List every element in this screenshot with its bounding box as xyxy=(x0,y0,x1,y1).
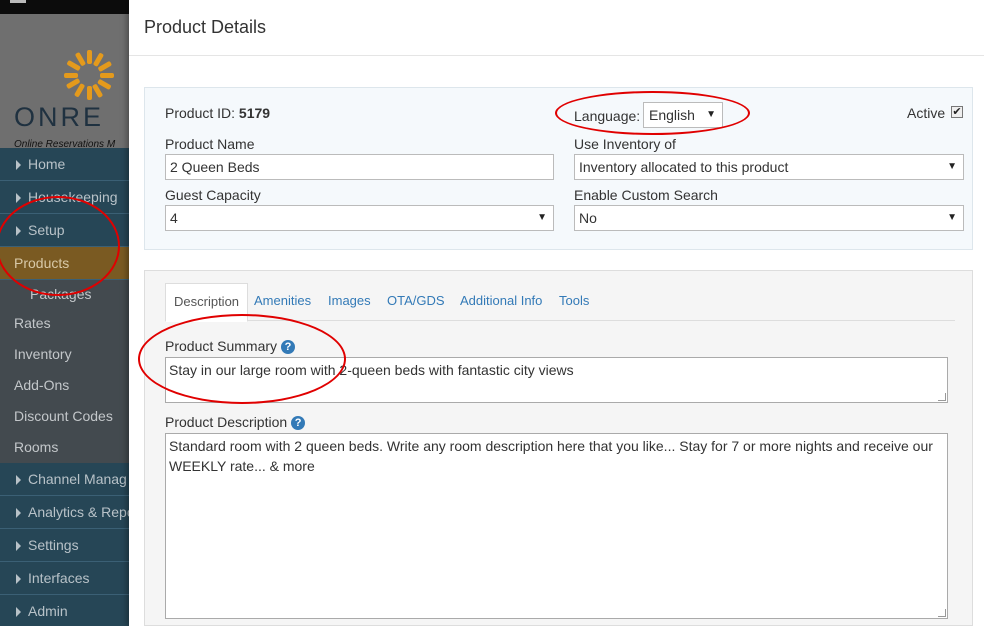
sidebar-item-setup[interactable]: Setup xyxy=(0,214,130,247)
product-name-field[interactable]: 2 Queen Beds xyxy=(165,154,554,180)
modal-header: Product Details xyxy=(129,0,984,56)
sidebar-item-label: Interfaces xyxy=(28,570,90,586)
sidebar-item-label: Settings xyxy=(28,537,79,553)
use-inventory-value: Inventory allocated to this product xyxy=(579,159,789,175)
product-description-label: Product Description xyxy=(165,414,288,430)
sidebar-item-admin[interactable]: Admin xyxy=(0,595,130,626)
help-circle-icon[interactable]: ? xyxy=(281,340,296,354)
sidebar-item-label: Analytics & Repo xyxy=(28,504,130,520)
brand-tagline: Online Reservations M xyxy=(14,139,116,150)
hamburger-icon[interactable] xyxy=(10,0,26,3)
guest-capacity-label: Guest Capacity xyxy=(165,187,261,203)
sidebar-item-rates[interactable]: Rates xyxy=(0,308,130,339)
language-value: English xyxy=(649,107,695,123)
caret-right-icon xyxy=(16,541,21,552)
tab-images[interactable]: Images xyxy=(320,283,379,321)
resize-grip-icon[interactable] xyxy=(938,393,946,401)
sidebar-nav: Home Housekeeping Setup Products Package… xyxy=(0,148,130,626)
caret-right-icon xyxy=(16,193,21,204)
sidebar-item-discount-codes[interactable]: Discount Codes xyxy=(0,401,130,432)
caret-right-icon xyxy=(16,226,21,237)
product-id-label: Product ID: xyxy=(165,105,236,121)
sidebar-item-settings[interactable]: Settings xyxy=(0,529,130,562)
guest-capacity-value: 4 xyxy=(170,210,178,226)
sidebar-item-housekeeping[interactable]: Housekeeping xyxy=(0,181,130,214)
sidebar-item-rooms[interactable]: Rooms xyxy=(0,432,130,463)
tab-ota-gds[interactable]: OTA/GDS xyxy=(379,283,453,321)
product-id-value: 5179 xyxy=(238,105,271,121)
product-summary-value: Stay in our large room with 2-queen beds… xyxy=(169,362,574,378)
use-inventory-select[interactable]: Inventory allocated to this product ▼ xyxy=(574,154,964,180)
tab-amenities[interactable]: Amenities xyxy=(246,283,319,321)
sidebar-item-label: Home xyxy=(28,156,66,172)
use-inventory-label: Use Inventory of xyxy=(574,136,676,152)
caret-right-icon xyxy=(16,508,21,519)
dropdown-arrow-icon: ▼ xyxy=(537,212,547,223)
tab-bar: Description Amenities Images OTA/GDS Add… xyxy=(165,283,955,322)
help-circle-icon[interactable]: ? xyxy=(291,416,306,430)
tab-description[interactable]: Description xyxy=(165,283,249,322)
product-description-textarea[interactable]: Standard room with 2 queen beds. Write a… xyxy=(165,433,948,619)
sidebar: ONRE Online Reservations M Home Housekee… xyxy=(0,0,130,626)
sidebar-item-label: Housekeeping xyxy=(28,189,118,205)
sidebar-item-add-ons[interactable]: Add-Ons xyxy=(0,370,130,401)
sidebar-topbar xyxy=(0,0,130,14)
caret-right-icon xyxy=(16,574,21,585)
product-info-panel: Product ID: 5179 Language: English ▼ Act… xyxy=(144,87,973,250)
product-summary-label-row: Product Summary? xyxy=(165,338,296,354)
custom-search-label: Enable Custom Search xyxy=(574,187,718,203)
product-name-label: Product Name xyxy=(165,136,255,152)
dropdown-arrow-icon: ▼ xyxy=(706,109,716,120)
sidebar-item-inventory[interactable]: Inventory xyxy=(0,339,130,370)
dropdown-arrow-icon: ▼ xyxy=(947,212,957,223)
language-label: Language: xyxy=(574,108,641,124)
caret-right-icon xyxy=(16,160,21,171)
brand-name: ONRE xyxy=(14,102,105,132)
custom-search-select[interactable]: No ▼ xyxy=(574,205,964,231)
logo-area: ONRE Online Reservations M xyxy=(0,14,130,150)
tab-tools[interactable]: Tools xyxy=(551,283,597,321)
product-summary-textarea[interactable]: Stay in our large room with 2-queen beds… xyxy=(165,357,948,403)
guest-capacity-select[interactable]: 4 ▼ xyxy=(165,205,554,231)
product-name-value: 2 Queen Beds xyxy=(170,159,260,175)
sidebar-item-label: Channel Manag xyxy=(28,471,127,487)
sidebar-item-interfaces[interactable]: Interfaces xyxy=(0,562,130,595)
sidebar-item-packages[interactable]: Packages xyxy=(0,280,130,308)
sidebar-item-products[interactable]: Products xyxy=(0,247,130,280)
sidebar-item-label: Admin xyxy=(28,603,68,619)
sidebar-item-label: Setup xyxy=(28,222,65,238)
sidebar-item-channel-manager[interactable]: Channel Manag xyxy=(0,463,130,496)
active-checkbox[interactable]: ✔ xyxy=(951,106,963,118)
active-label: Active xyxy=(907,105,946,121)
caret-right-icon xyxy=(16,607,21,618)
product-summary-label: Product Summary xyxy=(165,338,278,354)
sidebar-item-analytics[interactable]: Analytics & Repo xyxy=(0,496,130,529)
tab-additional-info[interactable]: Additional Info xyxy=(452,283,550,321)
caret-right-icon xyxy=(16,475,21,486)
product-id: Product ID: 5179 xyxy=(165,105,270,121)
dropdown-arrow-icon: ▼ xyxy=(947,161,957,172)
sun-logo-icon xyxy=(64,50,114,100)
modal-title: Product Details xyxy=(144,17,267,37)
sidebar-item-home[interactable]: Home xyxy=(0,148,130,181)
language-select[interactable]: English ▼ xyxy=(643,102,723,128)
product-description-value: Standard room with 2 queen beds. Write a… xyxy=(169,438,933,474)
custom-search-value: No xyxy=(579,210,597,226)
product-description-label-row: Product Description? xyxy=(165,414,306,430)
product-details-modal: Product Details Product ID: 5179 Languag… xyxy=(129,0,984,626)
resize-grip-icon[interactable] xyxy=(938,609,946,617)
product-tabs-panel: Description Amenities Images OTA/GDS Add… xyxy=(144,270,973,626)
